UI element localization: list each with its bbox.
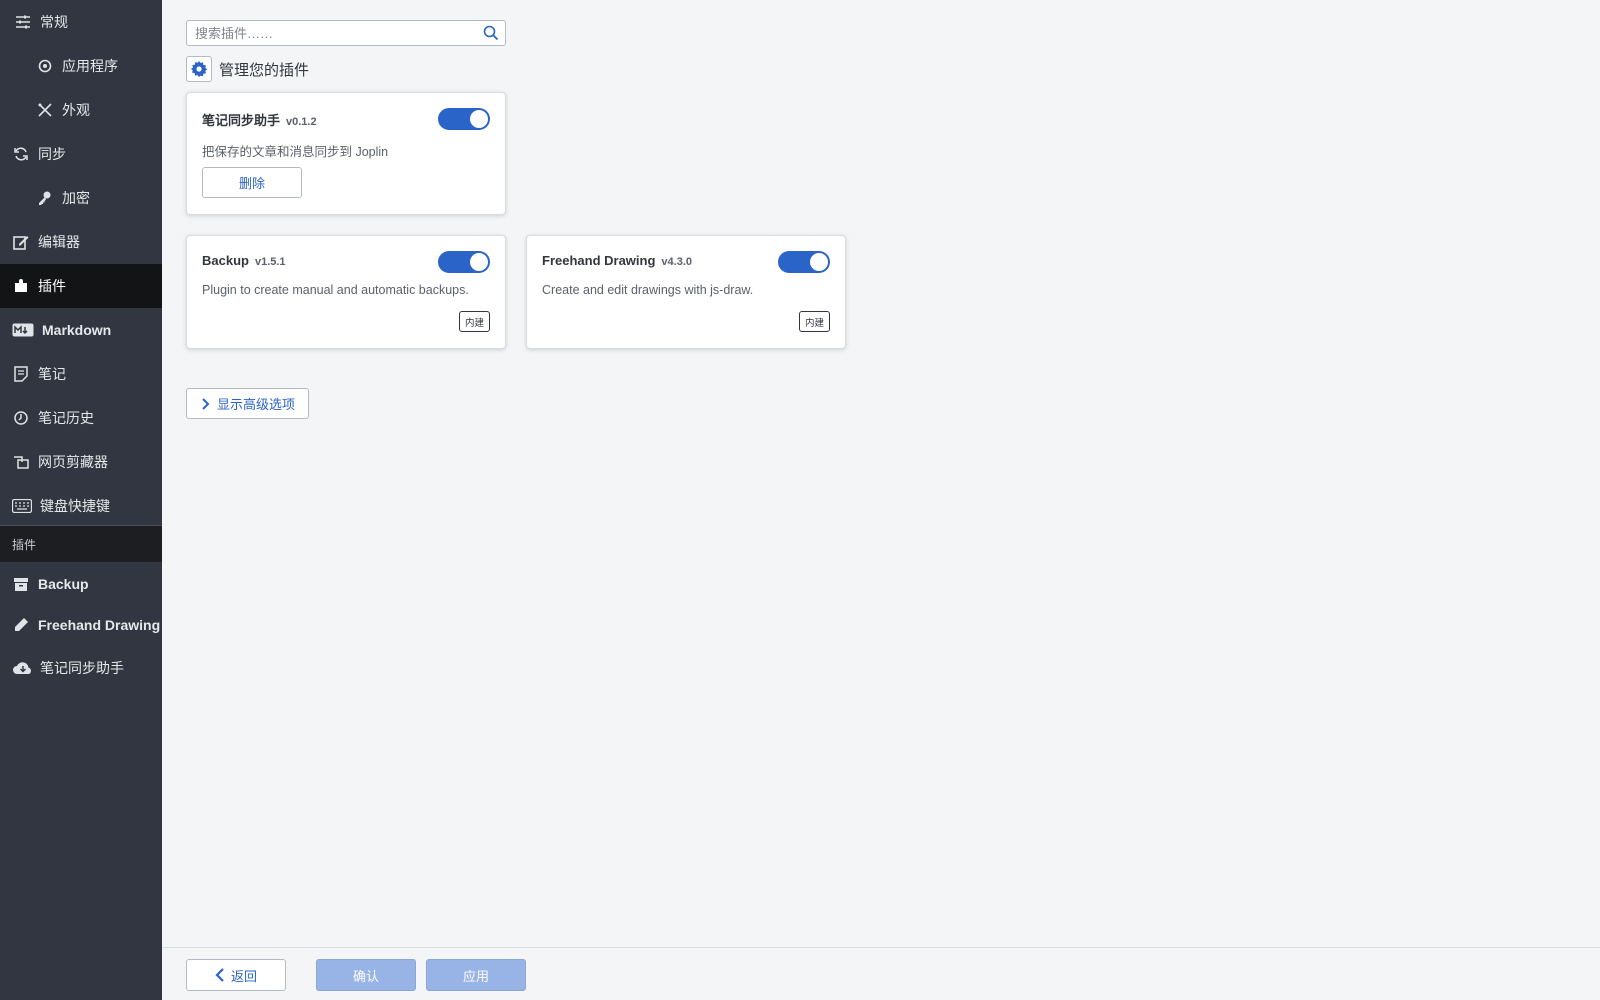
- sidebar-item-encryption[interactable]: 加密: [0, 176, 162, 220]
- plugin-description: Create and edit drawings with js-draw.: [542, 283, 754, 297]
- sync-icon: [12, 145, 30, 163]
- sidebar-item-label: Markdown: [42, 322, 112, 338]
- manage-plugins-label: 管理您的插件: [219, 61, 310, 79]
- delete-plugin-button[interactable]: 删除: [202, 167, 302, 198]
- sidebar-item-note[interactable]: 笔记: [0, 352, 162, 396]
- clipper-icon: [12, 453, 30, 471]
- sidebar-item-application[interactable]: 应用程序: [0, 44, 162, 88]
- sidebar-section-header: 插件: [0, 525, 162, 562]
- sidebar-item-label: 加密: [62, 190, 90, 206]
- sidebar-item-backup[interactable]: Backup: [0, 562, 162, 606]
- search-icon[interactable]: [483, 25, 499, 41]
- sidebar-item-label: 网页剪藏器: [38, 454, 108, 470]
- sidebar-item-freehand-drawing[interactable]: Freehand Drawing: [0, 603, 162, 647]
- app-gear-icon: [36, 57, 54, 75]
- back-button[interactable]: 返回: [186, 959, 286, 991]
- manage-plugins-button[interactable]: [186, 56, 212, 82]
- toggle-knob: [470, 110, 488, 128]
- plugin-version: v0.1.2: [286, 116, 317, 128]
- show-advanced-button[interactable]: 显示高级选项: [186, 388, 309, 419]
- plugin-version: v4.3.0: [661, 256, 693, 268]
- plugin-description: 把保存的文章和消息同步到 Joplin: [202, 145, 389, 159]
- manage-plugins: 管理您的插件: [186, 56, 309, 82]
- plugin-name: Backup: [202, 253, 249, 268]
- sidebar-item-label: 常规: [40, 14, 68, 30]
- sidebar-item-appearance[interactable]: 外观: [0, 88, 162, 132]
- markdown-icon: [12, 321, 34, 339]
- history-icon: [12, 409, 30, 427]
- sidebar-item-label: 编辑器: [38, 234, 80, 250]
- paint-tools-icon: [36, 101, 54, 119]
- gear-icon: [190, 60, 208, 78]
- sidebar-item-sync[interactable]: 同步: [0, 132, 162, 176]
- builtin-badge: 内建: [458, 311, 490, 332]
- chevron-left-icon: [215, 968, 231, 982]
- apply-button[interactable]: 应用: [426, 959, 526, 991]
- plugin-card-freehand-drawing: Freehand Drawing v4.3.0 Create and edit d…: [526, 235, 846, 349]
- sidebar-item-keyboard-shortcuts[interactable]: 键盘快捷键: [0, 484, 162, 528]
- sidebar-item-plugins[interactable]: 插件: [0, 264, 162, 308]
- plugin-version: v1.5.1: [254, 256, 286, 268]
- plugin-card-note-sync-helper: 笔记同步助手 v0.1.2 把保存的文章和消息同步到 Joplin 删除: [186, 92, 506, 215]
- sidebar-item-general[interactable]: 常规: [0, 0, 162, 44]
- sidebar-item-label: 笔记: [38, 366, 66, 382]
- back-label: 返回: [230, 968, 257, 984]
- keyboard-icon: [12, 497, 32, 515]
- sidebar: 常规 应用程序 外观 同步 加密 编辑器 插件 Markdown 笔记 笔记历史…: [0, 0, 162, 1000]
- sidebar-item-label: 应用程序: [62, 58, 118, 74]
- plugin-title: Backup v1.5.1: [202, 253, 286, 268]
- sidebar-item-label: 外观: [62, 102, 90, 118]
- sidebar-item-markdown[interactable]: Markdown: [0, 308, 162, 352]
- confirm-button[interactable]: 确认: [316, 959, 416, 991]
- key-icon: [36, 189, 54, 207]
- builtin-badge: 内建: [798, 311, 830, 332]
- plugin-name: 笔记同步助手: [202, 113, 281, 128]
- plugin-description: Plugin to create manual and automatic ba…: [202, 283, 469, 297]
- plugin-enable-toggle[interactable]: [438, 251, 490, 273]
- sidebar-item-label: 插件: [38, 278, 66, 294]
- sidebar-item-label: 键盘快捷键: [40, 498, 110, 514]
- sidebar-item-label: 笔记历史: [38, 410, 94, 426]
- show-advanced-label: 显示高级选项: [217, 397, 296, 412]
- pen-icon: [12, 616, 30, 634]
- chevron-right-icon: [201, 397, 217, 410]
- search-input[interactable]: [187, 21, 467, 45]
- sliders-icon: [14, 13, 32, 31]
- cloud-download-icon: [12, 659, 34, 677]
- plugin-card-backup: Backup v1.5.1 Plugin to create manual and…: [186, 235, 506, 349]
- plugin-title: Freehand Drawing v4.3.0: [542, 253, 692, 268]
- plugin-enable-toggle[interactable]: [438, 108, 490, 130]
- search-box: [186, 20, 506, 46]
- sidebar-item-label: Freehand Drawing: [38, 617, 161, 633]
- toggle-knob: [810, 253, 828, 271]
- edit-icon: [12, 233, 30, 251]
- archive-icon: [12, 575, 30, 593]
- sidebar-item-label: 同步: [38, 146, 66, 162]
- sidebar-item-web-clipper[interactable]: 网页剪藏器: [0, 440, 162, 484]
- sidebar-item-label: Backup: [38, 576, 89, 592]
- plugin-name: Freehand Drawing: [542, 253, 656, 268]
- sidebar-item-note-history[interactable]: 笔记历史: [0, 396, 162, 440]
- plugin-title: 笔记同步助手 v0.1.2: [202, 110, 317, 129]
- sidebar-item-note-sync-helper[interactable]: 笔记同步助手: [0, 646, 162, 690]
- note-icon: [12, 365, 30, 383]
- plugin-enable-toggle[interactable]: [778, 251, 830, 273]
- puzzle-icon: [12, 277, 30, 295]
- sidebar-item-label: 笔记同步助手: [40, 660, 124, 676]
- footer-bar: 返回 确认 应用: [162, 947, 1600, 1000]
- sidebar-item-editor[interactable]: 编辑器: [0, 220, 162, 264]
- toggle-knob: [470, 253, 488, 271]
